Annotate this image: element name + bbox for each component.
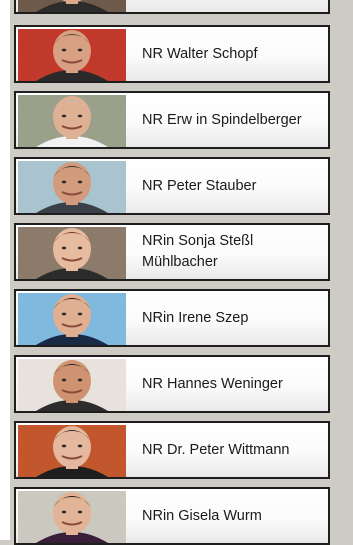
member-name[interactable]: NR Dr. Peter Wittmann xyxy=(142,423,324,477)
member-name[interactable]: Schönpass xyxy=(142,0,324,12)
portrait-icon xyxy=(18,293,126,345)
portrait-icon xyxy=(18,359,126,411)
member-photo[interactable] xyxy=(18,359,126,411)
member-card[interactable]: NRin Irene Szep xyxy=(14,289,330,347)
member-name[interactable]: NRin Gisela Wurm xyxy=(142,489,324,543)
member-card[interactable]: NR Dr. Peter Wittmann xyxy=(14,421,330,479)
portrait-icon xyxy=(18,491,126,543)
member-photo[interactable] xyxy=(18,293,126,345)
member-photo[interactable] xyxy=(18,29,126,81)
member-name[interactable]: NR Hannes Weninger xyxy=(142,357,324,411)
member-card[interactable]: NR Erw in Spindelberger xyxy=(14,91,330,149)
member-card[interactable]: NR Hannes Weninger xyxy=(14,355,330,413)
portrait-icon xyxy=(18,95,126,147)
member-photo[interactable] xyxy=(18,95,126,147)
member-name[interactable]: NRin Irene Szep xyxy=(142,291,324,345)
member-card[interactable]: NR Walter Schopf xyxy=(14,25,330,83)
member-photo[interactable] xyxy=(18,425,126,477)
member-name[interactable]: NR Walter Schopf xyxy=(142,27,324,81)
member-card[interactable]: NRin Gisela Wurm xyxy=(14,487,330,545)
portrait-icon xyxy=(18,227,126,279)
member-card[interactable]: Schönpass xyxy=(14,0,330,14)
member-name[interactable]: NRin Sonja Steßl Mühlbacher xyxy=(142,225,324,279)
member-photo[interactable] xyxy=(18,0,126,12)
portrait-icon xyxy=(18,29,126,81)
member-name[interactable]: NR Peter Stauber xyxy=(142,159,324,213)
portrait-icon xyxy=(18,0,126,12)
member-name[interactable]: NR Erw in Spindelberger xyxy=(142,93,324,147)
member-photo[interactable] xyxy=(18,491,126,543)
member-photo[interactable] xyxy=(18,161,126,213)
member-card[interactable]: NRin Sonja Steßl Mühlbacher xyxy=(14,223,330,281)
member-card[interactable]: NR Peter Stauber xyxy=(14,157,330,215)
portrait-icon xyxy=(18,425,126,477)
portrait-icon xyxy=(18,161,126,213)
member-photo[interactable] xyxy=(18,227,126,279)
member-list: Schönpass NR Walter Schopf NR Erw in Spind… xyxy=(0,0,353,545)
